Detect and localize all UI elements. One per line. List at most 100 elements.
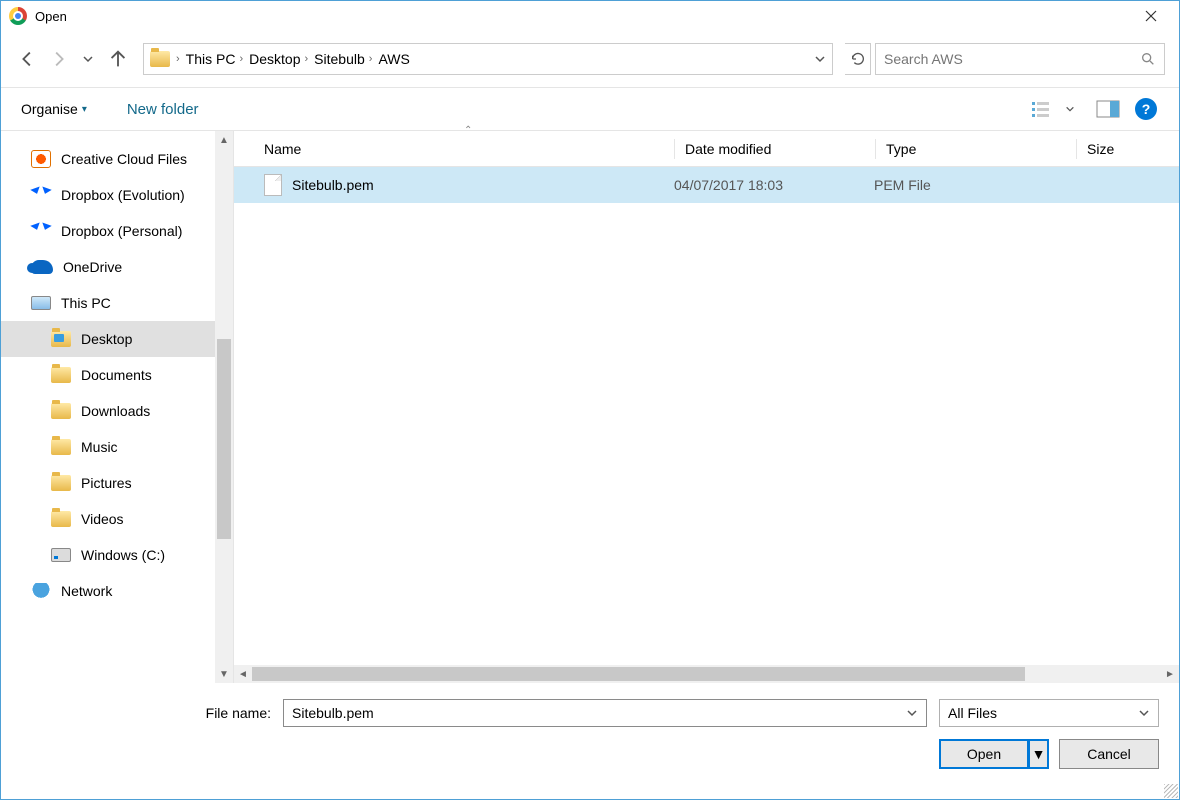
fld-icon: [51, 403, 71, 419]
resize-grip[interactable]: [1164, 784, 1178, 798]
footer: File name: Sitebulb.pem All Files Open ▼…: [1, 683, 1179, 781]
open-split-button[interactable]: Open ▼: [939, 739, 1049, 769]
filename-value: Sitebulb.pem: [292, 705, 374, 721]
sidebar-item[interactable]: Desktop: [1, 321, 233, 357]
file-icon: [264, 174, 282, 196]
up-button[interactable]: [105, 46, 131, 72]
sidebar-item[interactable]: Music: [1, 429, 233, 465]
sidebar-item-label: Videos: [81, 511, 124, 527]
sidebar-item-label: Dropbox (Evolution): [61, 187, 185, 203]
sidebar-item-label: Music: [81, 439, 118, 455]
breadcrumb-item[interactable]: Sitebulb›: [314, 51, 372, 67]
help-button[interactable]: ?: [1133, 96, 1159, 122]
column-name[interactable]: Name: [234, 141, 674, 157]
filetype-select[interactable]: All Files: [939, 699, 1159, 727]
breadcrumb-item[interactable]: Desktop›: [249, 51, 308, 67]
cancel-button[interactable]: Cancel: [1059, 739, 1159, 769]
scroll-down-icon[interactable]: ▼: [219, 665, 229, 683]
view-dropdown-icon[interactable]: [1057, 96, 1083, 122]
sidebar-scrollbar[interactable]: ▲ ▼: [215, 131, 233, 683]
sidebar-item[interactable]: Documents: [1, 357, 233, 393]
sidebar-item-label: Pictures: [81, 475, 132, 491]
scroll-up-icon[interactable]: ▲: [219, 131, 229, 149]
sidebar-item-label: Documents: [81, 367, 152, 383]
breadcrumb-item[interactable]: AWS: [378, 51, 409, 67]
column-type[interactable]: Type: [876, 141, 1076, 157]
sidebar-item[interactable]: Network: [1, 573, 233, 609]
titlebar: Open: [1, 1, 1179, 31]
sidebar-item[interactable]: OneDrive: [1, 249, 233, 285]
sidebar-item[interactable]: This PC: [1, 285, 233, 321]
address-bar[interactable]: › This PC› Desktop› Sitebulb› AWS: [143, 43, 833, 75]
chevron-right-icon[interactable]: ›: [176, 53, 180, 65]
sidebar-item[interactable]: Dropbox (Personal): [1, 213, 233, 249]
new-folder-button[interactable]: New folder: [127, 101, 199, 118]
back-button[interactable]: [15, 46, 41, 72]
sidebar-item-label: This PC: [61, 295, 111, 311]
filename-input[interactable]: Sitebulb.pem: [283, 699, 927, 727]
db-icon: [31, 186, 51, 204]
search-input[interactable]: [884, 51, 1140, 67]
sidebar-item-label: Creative Cloud Files: [61, 151, 187, 167]
view-options-button[interactable]: [1029, 96, 1055, 122]
breadcrumb-item[interactable]: This PC›: [186, 51, 243, 67]
sidebar-item[interactable]: Dropbox (Evolution): [1, 177, 233, 213]
db-icon: [31, 222, 51, 240]
scrollbar-thumb[interactable]: [217, 339, 231, 539]
folder-icon: [150, 51, 170, 67]
recent-dropdown[interactable]: [75, 46, 101, 72]
sidebar-item-label: Network: [61, 583, 112, 599]
filetype-value: All Files: [948, 705, 997, 721]
file-name: Sitebulb.pem: [292, 177, 374, 193]
organise-menu[interactable]: Organise ▾: [21, 101, 87, 117]
search-box[interactable]: [875, 43, 1165, 75]
search-icon[interactable]: [1140, 51, 1156, 67]
fld-icon: [51, 475, 71, 491]
column-date[interactable]: Date modified: [675, 141, 875, 157]
address-dropdown-icon[interactable]: [814, 53, 826, 65]
file-date: 04/07/2017 18:03: [674, 177, 874, 193]
sidebar-item-label: Windows (C:): [81, 547, 165, 563]
scroll-left-icon[interactable]: ◄: [234, 669, 252, 680]
horizontal-scrollbar[interactable]: ◄ ►: [234, 665, 1179, 683]
column-headers: Name Date modified Type Size: [234, 131, 1179, 167]
sidebar-item[interactable]: Videos: [1, 501, 233, 537]
sidebar-item[interactable]: Pictures: [1, 465, 233, 501]
scrollbar-thumb[interactable]: [252, 667, 1025, 681]
toolbar: Organise ▾ New folder ?: [1, 87, 1179, 131]
scroll-right-icon[interactable]: ►: [1161, 669, 1179, 680]
preview-pane-button[interactable]: [1095, 96, 1121, 122]
net-icon: [31, 583, 51, 599]
sidebar-item[interactable]: Creative Cloud Files: [1, 141, 233, 177]
fld-icon: [51, 439, 71, 455]
filetype-dropdown-icon[interactable]: [1138, 707, 1150, 719]
file-type: PEM File: [874, 177, 1074, 193]
column-size[interactable]: Size: [1077, 141, 1179, 157]
close-button[interactable]: [1131, 4, 1171, 28]
open-button[interactable]: Open: [939, 739, 1029, 769]
open-dropdown-button[interactable]: ▼: [1029, 739, 1049, 769]
sidebar-item-label: Dropbox (Personal): [61, 223, 182, 239]
fld-icon: [51, 367, 71, 383]
filename-label: File name:: [21, 705, 271, 721]
pc-icon: [31, 296, 51, 310]
sidebar-item-label: OneDrive: [63, 259, 122, 275]
fld-blue-icon: [51, 331, 71, 347]
sidebar-item-label: Downloads: [81, 403, 150, 419]
cc-icon: [31, 150, 51, 168]
sort-indicator-icon: ⌃: [464, 125, 472, 135]
sidebar-item[interactable]: Downloads: [1, 393, 233, 429]
sidebar-item[interactable]: Windows (C:): [1, 537, 233, 573]
file-list-pane: ⌃ Name Date modified Type Size Sitebulb.…: [233, 131, 1179, 683]
filename-dropdown-icon[interactable]: [906, 707, 918, 719]
sidebar-item-label: Desktop: [81, 331, 132, 347]
sidebar: Creative Cloud Files Dropbox (Evolution) D…: [1, 131, 233, 683]
forward-button[interactable]: [45, 46, 71, 72]
refresh-button[interactable]: [845, 43, 871, 75]
window-title: Open: [35, 9, 1131, 24]
nav-bar: › This PC› Desktop› Sitebulb› AWS: [1, 39, 1179, 79]
drv-icon: [51, 548, 71, 562]
file-row[interactable]: Sitebulb.pem 04/07/2017 18:03PEM File: [234, 167, 1179, 203]
fld-icon: [51, 511, 71, 527]
app-icon: [9, 7, 27, 25]
